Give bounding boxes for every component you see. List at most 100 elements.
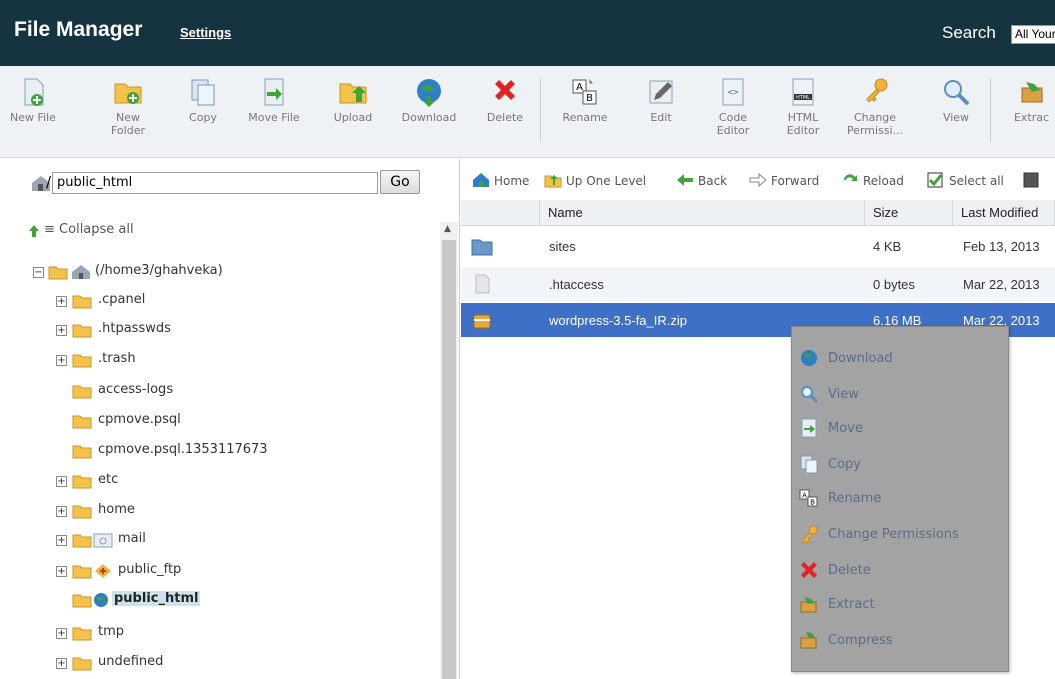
file-row-htaccess[interactable]: .htaccess 0 bytes Mar 22, 2013 [461,267,1055,301]
tree-item-home[interactable]: + home [56,501,306,525]
checkbox-checked-icon [927,172,943,188]
menu-item-move[interactable]: Move [796,413,1006,443]
move-file-button[interactable]: Move File [242,76,306,151]
menu-item-change-permissions[interactable]: Change Permissions [796,519,1006,549]
nav-reload-button[interactable]: Reload [841,172,904,188]
tree-item-tmp[interactable]: + tmp [56,623,306,647]
path-separator: / [46,173,52,191]
rename-button[interactable]: AB Rename [556,76,614,151]
svg-text:A: A [802,492,807,500]
folder-icon [72,594,92,608]
folder-icon [471,239,493,256]
extract-button[interactable]: Extrac [1008,76,1055,151]
folder-icon [72,565,92,579]
change-permissions-icon [866,78,888,103]
search-scope-select[interactable]: All Your Files [1011,25,1055,44]
column-header-last-modified[interactable]: Last Modified [953,200,1055,226]
tree-item-etc[interactable]: + etc [56,471,306,495]
html-editor-button[interactable]: HTML HTML Editor [777,76,829,151]
checkbox-empty-icon [1023,172,1039,188]
app-title: File Manager [14,18,143,41]
file-icon [475,274,490,294]
home-icon [473,173,489,187]
expander-icon[interactable]: + [56,658,67,669]
upload-button[interactable]: Upload [326,76,380,151]
extract-icon [800,597,817,613]
expander-icon[interactable]: + [56,628,67,639]
column-header-type[interactable] [461,200,540,226]
nav-back-button[interactable]: Back [676,172,727,188]
view-button[interactable]: View [935,76,977,151]
expander-icon[interactable]: + [56,325,67,336]
expander-icon[interactable]: − [33,267,44,278]
expander-icon[interactable]: + [56,476,67,487]
rename-icon: AB [799,489,818,507]
collapse-arrow-icon [29,225,39,237]
tree-item-cpmove-psql[interactable]: cpmove.psql [56,411,306,435]
tree-item-public-html[interactable]: public_html [56,590,306,614]
expander-icon[interactable]: + [56,506,67,517]
tree-item-cpmove-psql-1353117673[interactable]: cpmove.psql.1353117673 [56,441,356,465]
menu-item-delete[interactable]: Delete [796,555,1006,585]
settings-link[interactable]: Settings [180,25,231,40]
tree-item-cpanel[interactable]: + .cpanel [56,291,306,315]
delete-button[interactable]: Delete [480,76,530,151]
copy-icon [800,455,818,474]
menu-item-extract[interactable]: Extract [796,589,1006,619]
search-label: Search [942,23,996,42]
tree-scroll-thumb[interactable] [442,240,456,679]
nav-unselect-all-button[interactable] [1023,172,1055,188]
file-row-sites[interactable]: sites 4 KB Feb 13, 2013 [461,229,1055,263]
expander-icon[interactable]: + [56,355,67,366]
column-header-size[interactable]: Size [865,200,953,226]
tree-item-mail[interactable]: + mail [56,530,306,554]
tree-item-trash[interactable]: + .trash [56,350,306,374]
menu-item-download[interactable]: Download [796,343,1006,373]
expander-icon[interactable]: + [56,296,67,307]
copy-button[interactable]: Copy [181,76,225,151]
tree-root[interactable]: − (/home3/ghahveka) [33,262,333,286]
menu-item-rename[interactable]: AB Rename [796,483,1006,513]
toolbar: New File New Folder Copy Move File Uploa… [0,66,1055,158]
nav-forward-button[interactable]: Forward [749,172,819,188]
column-header-name[interactable]: Name [540,200,865,226]
path-input[interactable]: public_html [52,172,378,194]
scroll-up-icon[interactable]: ▲ [444,224,451,234]
go-button[interactable]: Go [380,170,420,194]
folder-icon [72,534,92,548]
tree-item-htpasswds[interactable]: + .htpasswds [56,320,306,344]
tree-item-access-logs[interactable]: access-logs [56,381,306,405]
tree-item-undefined[interactable]: + undefined [56,653,306,677]
folder-icon [48,266,68,280]
ftp-icon [95,564,111,578]
arrow-left-icon [677,174,693,186]
view-icon [801,386,819,404]
compress-icon [800,632,817,649]
folder-icon [72,445,92,459]
menu-item-view[interactable]: View [796,379,1006,409]
nav-up-one-level-button[interactable]: Up One Level [544,172,646,188]
edit-button[interactable]: Edit [641,76,681,151]
download-button[interactable]: Download [394,76,464,151]
folder-icon [72,627,92,641]
view-icon [944,80,970,106]
change-permissions-button[interactable]: Change Permissi... [843,76,907,151]
new-folder-button[interactable]: New Folder [98,76,158,151]
expander-icon[interactable]: + [56,566,67,577]
tree-item-public-ftp[interactable]: + public_ftp [56,561,306,585]
folder-icon [72,415,92,429]
menu-item-copy[interactable]: Copy [796,449,1006,479]
menu-item-compress[interactable]: Compress [796,625,1006,655]
upload-icon [339,83,367,104]
expander-icon[interactable]: + [56,535,67,546]
svg-text:B: B [586,93,593,104]
svg-text:A: A [576,82,583,93]
new-file-button[interactable]: New File [6,76,60,151]
html-editor-icon: HTML [792,78,814,106]
nav-select-all-button[interactable]: Select all [927,172,1004,188]
collapse-all-button[interactable]: ≡ Collapse all [44,222,134,237]
toolbar-separator [990,78,991,142]
nav-home-button[interactable]: Home [472,172,529,188]
edit-icon [649,80,673,104]
code-editor-button[interactable]: <> Code Editor [707,76,759,151]
